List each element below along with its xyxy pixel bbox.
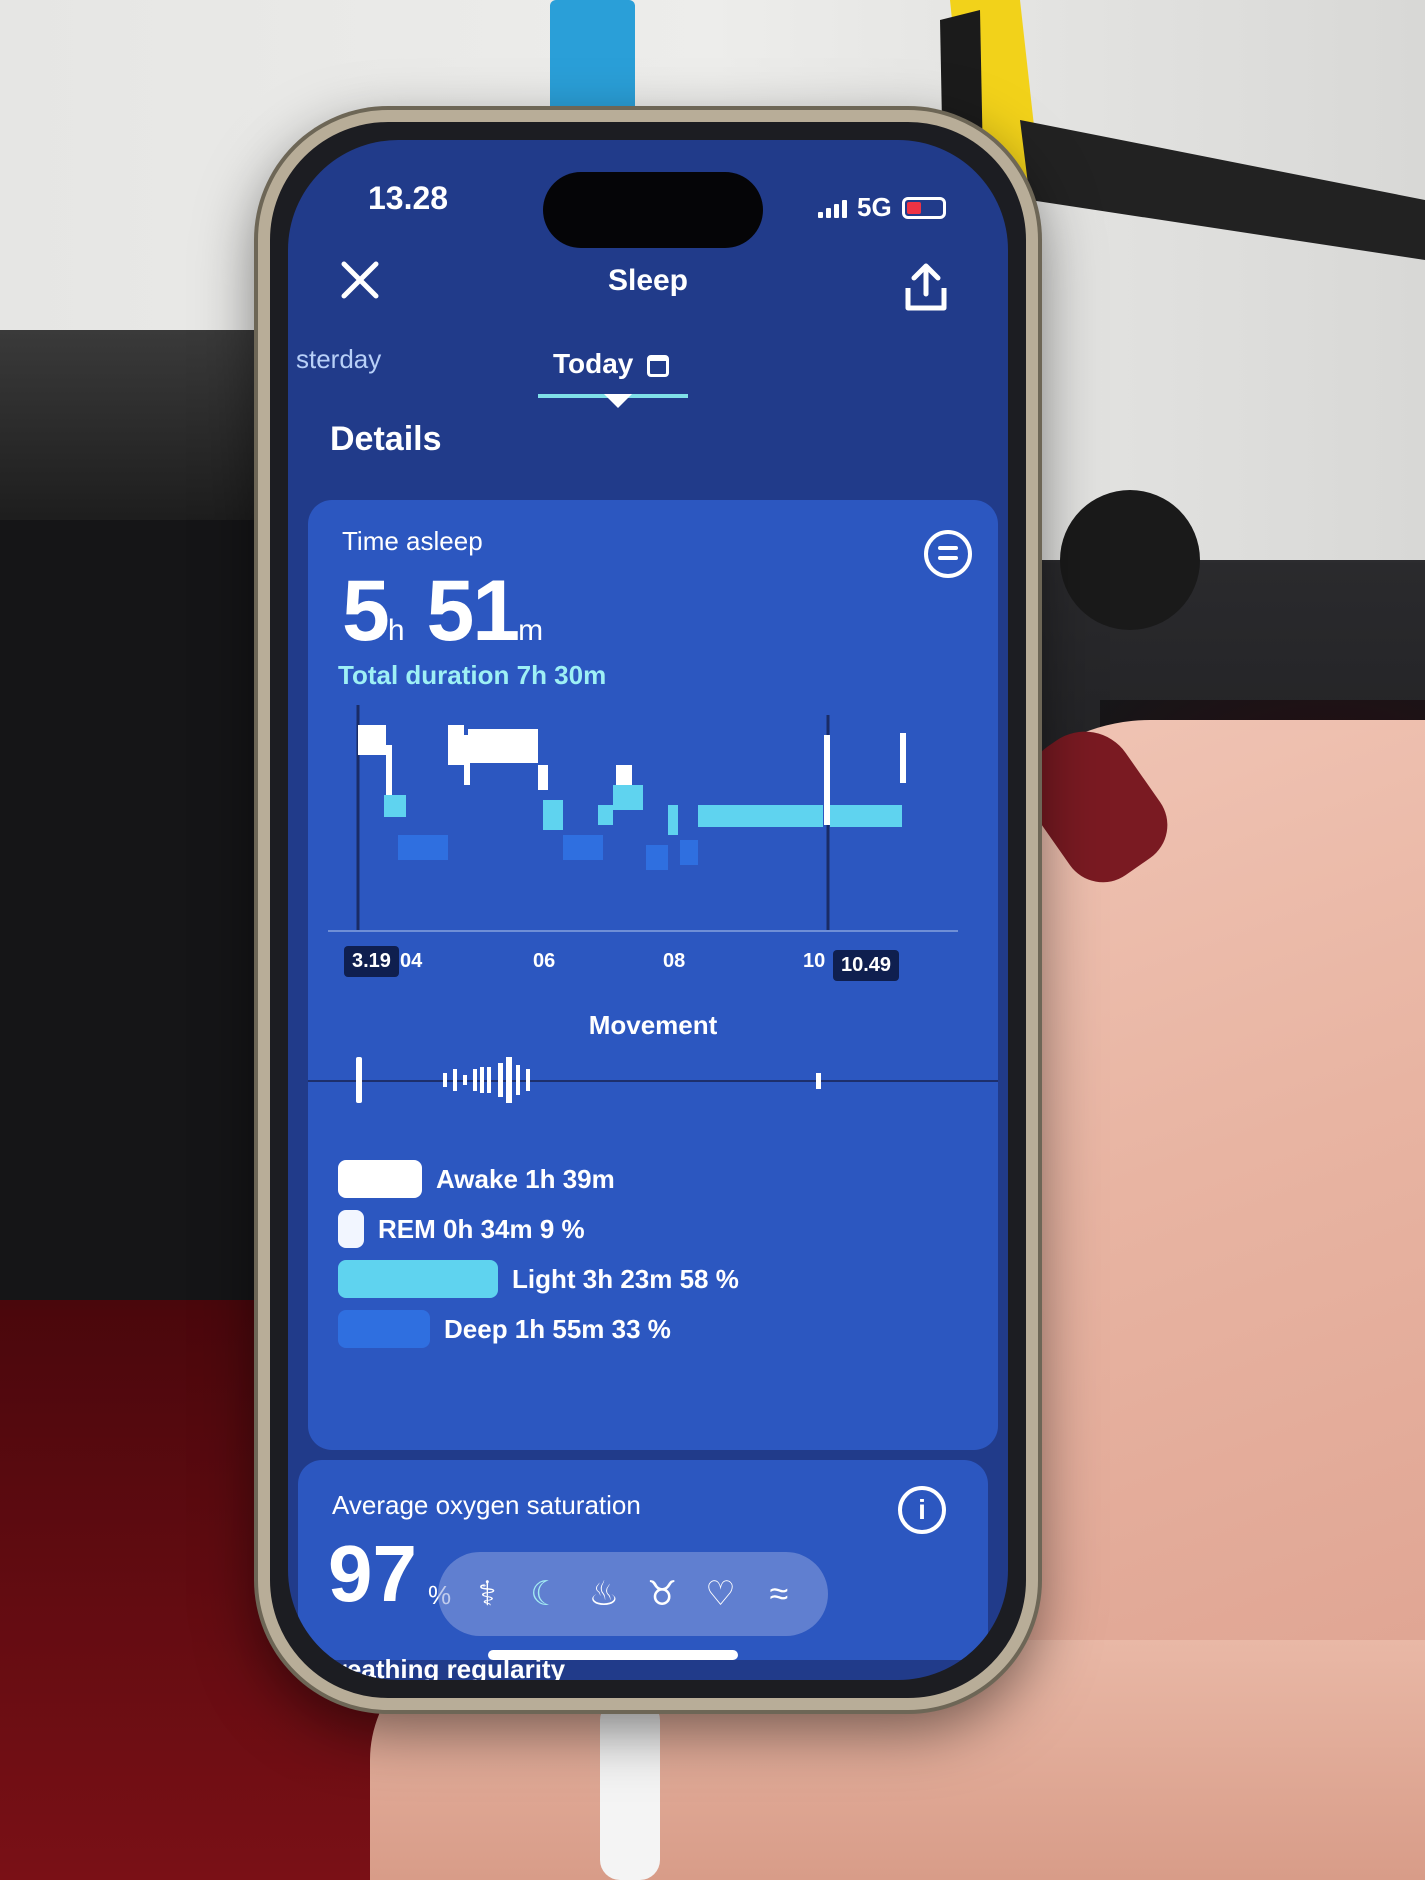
flame-icon[interactable]: ♨ (582, 1574, 626, 1614)
tick-label: 06 (533, 950, 556, 972)
time-asleep-label: Time asleep (342, 526, 483, 556)
deep-block (680, 840, 698, 865)
status-indicators: 5G (818, 192, 946, 223)
background-shelf (0, 330, 280, 530)
total-duration: Total duration 7h 30m (338, 660, 607, 690)
awake-block (900, 733, 906, 783)
legend-text: Awake 1h 39m (436, 1163, 615, 1194)
rem-block (616, 765, 632, 787)
signal-icon (818, 198, 847, 218)
light-block (598, 805, 613, 825)
status-bar: 13.28 5G (288, 140, 1008, 248)
waves-icon[interactable]: ≈ (757, 1575, 801, 1614)
light-block (698, 805, 823, 827)
network-label: 5G (857, 192, 892, 222)
hypnogram (356, 705, 906, 930)
time-asleep-card: Time asleep 5h 51m Total duration 7h 30m (308, 500, 998, 1450)
rem-block (386, 745, 392, 795)
tick-label: 08 (663, 950, 686, 972)
tick-end: 10.49 (833, 950, 900, 981)
tab-today-label: Today (553, 348, 634, 379)
fork-icon[interactable]: ♉ (640, 1574, 684, 1614)
light-block (543, 800, 563, 830)
tick-label: 04 (400, 950, 423, 972)
rem-block (464, 735, 470, 785)
share-icon (905, 263, 947, 311)
phone: 13.28 5G Sleep sterday Today Details Tim… (258, 110, 1038, 1710)
deep-block (646, 845, 668, 870)
charging-cable (600, 1700, 660, 1880)
light-block (668, 805, 678, 835)
deep-block (563, 835, 603, 860)
light-block (384, 795, 406, 817)
hypnogram-axis (328, 930, 958, 932)
calendar-icon (647, 354, 670, 377)
light-block (613, 785, 643, 810)
share-button[interactable] (898, 260, 954, 316)
day-tabs: sterday Today (288, 330, 1008, 410)
legend-item: REM 0h 34m 9 % (338, 1210, 585, 1248)
awake-block (468, 729, 538, 763)
screen: 13.28 5G Sleep sterday Today Details Tim… (288, 140, 1008, 1680)
swatch-light (338, 1260, 498, 1298)
status-time: 13.28 (368, 180, 449, 216)
dynamic-island (543, 172, 763, 248)
home-indicator[interactable] (488, 1650, 738, 1660)
movement-chart (356, 1057, 821, 1103)
swatch-deep (338, 1310, 430, 1348)
legend-item: Deep 1h 55m 33 % (338, 1310, 671, 1348)
swatch-awake (338, 1160, 422, 1198)
minutes-unit: m (518, 614, 544, 647)
movement-title: Movement (588, 1010, 718, 1040)
legend-text: Deep 1h 55m 33 % (444, 1313, 671, 1344)
legend-item: Awake 1h 39m (338, 1160, 615, 1198)
info-button[interactable]: i (898, 1486, 946, 1534)
awake-block (824, 735, 830, 825)
legend-item: Light 3h 23m 58 % (338, 1260, 739, 1298)
legend-text: Light 3h 23m 58 % (512, 1263, 739, 1294)
tick-start: 3.19 (344, 946, 399, 977)
oxygen-value: 97 (328, 1529, 417, 1618)
deep-block (398, 835, 448, 860)
light-block (830, 805, 902, 827)
awake-block (538, 765, 548, 790)
tab-caret-icon (604, 394, 632, 408)
oxygen-label: Average oxygen saturation (332, 1490, 641, 1520)
hours-value: 5 (342, 563, 390, 659)
navigation-bar: Sleep (288, 250, 1008, 330)
swatch-rem (338, 1210, 364, 1248)
minutes-value: 51 (426, 563, 520, 659)
tab-today[interactable]: Today (553, 348, 670, 380)
filter-button[interactable] (924, 530, 972, 578)
bottom-tab-bar: ⚕ ☾ ♨ ♉ ♡ ≈ (438, 1552, 828, 1636)
battery-icon (901, 196, 946, 219)
info-icon: i (918, 1494, 926, 1525)
tick-label: 10 (803, 950, 826, 972)
tab-yesterday[interactable]: sterday (296, 344, 381, 375)
hours-unit: h (387, 614, 405, 647)
heart-icon[interactable]: ♡ (698, 1574, 742, 1614)
section-title: Details (330, 420, 442, 458)
awake-block (358, 725, 386, 755)
legend-text: REM 0h 34m 9 % (378, 1213, 585, 1244)
time-asleep-value: 5h 51m (342, 562, 543, 661)
moon-icon[interactable]: ☾ (523, 1574, 567, 1614)
sprout-icon[interactable]: ⚕ (465, 1574, 509, 1614)
awake-block (448, 725, 464, 765)
background-dark-cloth (0, 520, 300, 1300)
